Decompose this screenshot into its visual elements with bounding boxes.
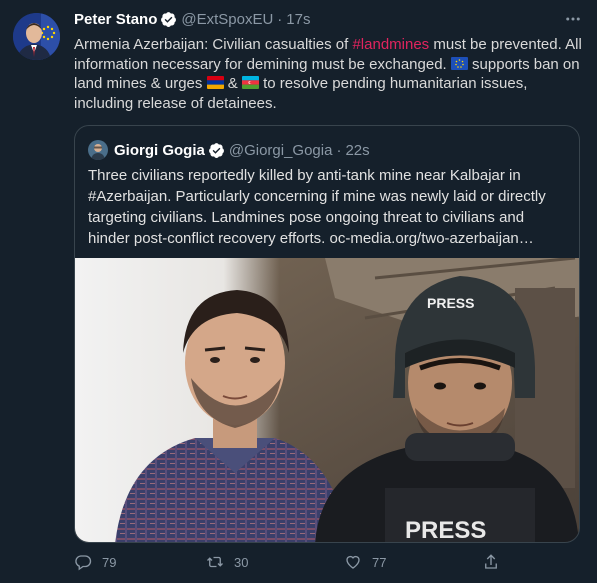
reply-button[interactable]: 79 [74,553,116,571]
quote-author-avatar [88,140,108,160]
quote-author-handle: @Giorgi_Gogia [228,141,333,159]
verified-icon [161,12,177,27]
quote-timestamp: 22s [345,141,370,159]
share-button[interactable] [482,553,500,571]
like-count: 77 [372,554,387,570]
more-icon[interactable] [562,10,584,32]
quote-text: Three civilians reportedly killed by ant… [88,167,546,247]
like-icon [346,555,360,569]
separator-dot: · [336,141,342,159]
tweet: Peter Stano @ExtSpoxEU · 17s Armenia Aze… [0,0,597,583]
eu-flag-icon [450,56,468,70]
author-avatar[interactable] [13,13,60,60]
quote-media-image[interactable]: PRESS PRESS [75,258,579,543]
tweet-text-part: Armenia Azerbaijan: Civilian casualties … [74,36,353,53]
quote-author-name: Giorgi Gogia [114,141,205,159]
tweet-timestamp[interactable]: 17s [286,11,310,28]
retweet-icon [207,556,223,568]
azerbaijan-flag-icon [241,76,259,89]
reply-count: 79 [102,554,117,570]
vest-press-label: PRESS [405,517,486,543]
author-name[interactable]: Peter Stano [74,11,157,28]
tweet-text: Armenia Azerbaijan: Civilian casualties … [74,35,584,113]
tweet-text-part: & [223,75,242,92]
retweet-count: 30 [234,554,249,570]
tweet-actions: 79 30 77 [74,553,514,575]
verified-icon [208,142,224,158]
hashtag-link[interactable]: #landmines [352,36,429,53]
separator-dot: · [277,11,283,28]
tweet-header: Peter Stano @ExtSpoxEU · 17s [74,11,310,28]
helmet-press-label: PRESS [427,295,474,311]
author-handle[interactable]: @ExtSpoxEU [181,11,273,28]
retweet-button[interactable]: 30 [206,553,248,571]
share-icon [485,554,497,569]
quote-header: Giorgi Gogia @Giorgi_Gogia · 22s [88,140,370,160]
reply-icon [75,555,92,571]
quoted-tweet[interactable]: Giorgi Gogia @Giorgi_Gogia · 22s Three c… [74,125,580,543]
like-button[interactable]: 77 [344,553,386,571]
armenia-flag-icon [206,76,224,89]
